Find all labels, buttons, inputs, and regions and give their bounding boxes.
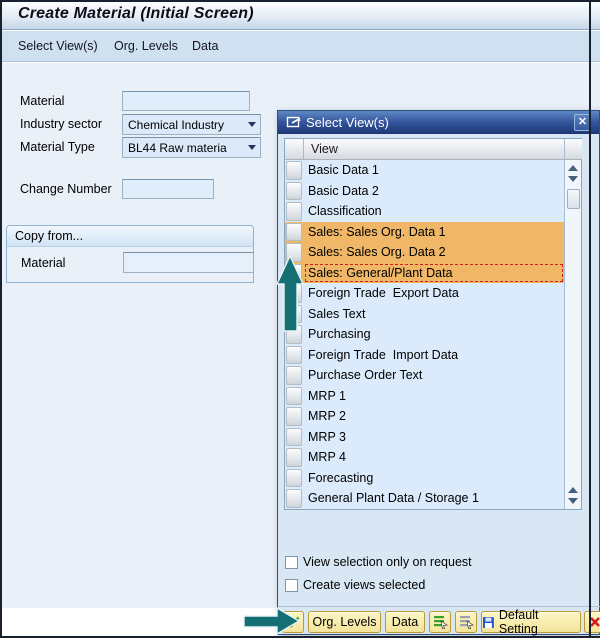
row-selector[interactable]	[286, 428, 302, 447]
list-item[interactable]: Classification	[285, 201, 564, 222]
scrollbar-corner	[565, 139, 582, 160]
page-title: Create Material (Initial Screen)	[18, 5, 254, 23]
view-selection-only-checkbox[interactable]	[285, 556, 298, 569]
window-titlebar: Create Material (Initial Screen)	[0, 0, 600, 30]
list-item[interactable]: Foreign Trade Export Data	[285, 283, 564, 304]
industry-sector-value: Chemical Industry	[128, 118, 244, 132]
list-item[interactable]: Basic Data 1	[285, 160, 564, 181]
application-toolbar: Select View(s) Org. Levels Data	[0, 31, 600, 62]
scrollbar-thumb[interactable]	[567, 189, 580, 209]
list-item[interactable]: Purchasing	[285, 324, 564, 345]
create-views-option-row: Create views selected	[285, 578, 425, 592]
org-levels-button[interactable]: Org. Levels	[308, 611, 381, 633]
vertical-scrollbar[interactable]	[564, 139, 581, 509]
row-selector[interactable]	[286, 305, 302, 324]
view-column-header: View	[304, 139, 564, 160]
row-selector[interactable]	[286, 182, 302, 201]
checkbox-label: Create views selected	[303, 578, 425, 592]
window-border-left	[0, 0, 2, 638]
select-views-dialog: Select View(s) ✕ View Basic Data 1 Basic…	[277, 110, 600, 635]
select-all-icon	[433, 615, 448, 629]
list-item-selected[interactable]: Sales: Sales Org. Data 2	[285, 242, 564, 263]
dialog-title: Select View(s)	[306, 115, 389, 130]
copy-from-group: Copy from... Material	[6, 225, 254, 283]
list-item[interactable]: General Plant Data / Storage 1	[285, 488, 564, 509]
save-icon	[482, 616, 495, 629]
view-list-header: View	[285, 139, 564, 160]
window-border-right	[589, 0, 591, 638]
dialog-window-icon	[286, 115, 302, 134]
list-item[interactable]: Sales Text	[285, 304, 564, 325]
row-selector[interactable]	[286, 407, 302, 426]
row-selector[interactable]	[286, 366, 302, 385]
list-item[interactable]: Foreign Trade Import Data	[285, 345, 564, 366]
change-number-label: Change Number	[20, 182, 112, 196]
dialog-titlebar[interactable]: Select View(s) ✕	[278, 111, 599, 134]
material-type-value: BL44 Raw materia	[128, 141, 244, 155]
row-selector[interactable]	[286, 387, 302, 406]
change-number-input[interactable]	[122, 179, 214, 199]
select-all-header-cell[interactable]	[285, 139, 304, 160]
list-item[interactable]: MRP 3	[285, 427, 564, 448]
list-item[interactable]: MRP 2	[285, 406, 564, 427]
row-selector[interactable]	[286, 284, 302, 303]
row-selector[interactable]	[286, 325, 302, 344]
scroll-up-icon[interactable]	[568, 165, 578, 171]
toolbar-item-org-levels[interactable]: Org. Levels	[114, 39, 178, 53]
list-item-selected[interactable]: Sales: Sales Org. Data 1	[285, 222, 564, 243]
deselect-all-icon	[459, 615, 474, 629]
window-border-top	[0, 0, 600, 2]
list-item[interactable]: Basic Data 2	[285, 181, 564, 202]
create-views-selected-checkbox[interactable]	[285, 579, 298, 592]
row-selector[interactable]	[286, 489, 302, 508]
data-button[interactable]: Data	[385, 611, 425, 633]
list-item[interactable]: Forecasting	[285, 468, 564, 489]
material-type-select[interactable]: BL44 Raw materia	[122, 137, 261, 158]
scroll-down-icon[interactable]	[568, 498, 578, 504]
list-item[interactable]: MRP 1	[285, 386, 564, 407]
scroll-up-icon[interactable]	[568, 487, 578, 493]
chevron-down-icon	[244, 145, 260, 150]
chevron-down-icon	[244, 122, 260, 127]
row-selector[interactable]	[286, 346, 302, 365]
copy-from-title: Copy from...	[7, 226, 253, 247]
toolbar-item-data[interactable]: Data	[192, 39, 218, 53]
row-selector[interactable]	[286, 202, 302, 221]
copy-from-material-label: Material	[21, 256, 65, 270]
checkbox-label: View selection only on request	[303, 555, 472, 569]
material-input[interactable]	[122, 91, 250, 111]
deselect-all-button[interactable]	[455, 611, 477, 633]
default-setting-button[interactable]: Default Setting	[481, 611, 581, 633]
row-selector[interactable]	[286, 161, 302, 180]
industry-sector-label: Industry sector	[20, 117, 102, 131]
copy-from-material-input[interactable]	[123, 252, 254, 273]
material-label: Material	[20, 94, 64, 108]
row-selector[interactable]	[286, 264, 302, 283]
list-item-selected-focused[interactable]: Sales: General/Plant Data	[285, 263, 564, 284]
confirm-button[interactable]	[282, 611, 304, 633]
material-type-label: Material Type	[20, 140, 95, 154]
industry-sector-select[interactable]: Chemical Industry	[122, 114, 261, 135]
sap-window: Create Material (Initial Screen) Select …	[0, 0, 600, 638]
list-item[interactable]: MRP 4	[285, 447, 564, 468]
view-selection-option-row: View selection only on request	[285, 555, 472, 569]
select-all-button[interactable]	[429, 611, 451, 633]
toolbar-item-select-views[interactable]: Select View(s)	[18, 39, 98, 53]
row-selector[interactable]	[286, 448, 302, 467]
row-selector[interactable]	[286, 243, 302, 262]
dialog-footer-divider	[278, 606, 600, 607]
confirm-check-icon	[286, 616, 300, 628]
list-item[interactable]: Purchase Order Text	[285, 365, 564, 386]
row-selector[interactable]	[286, 469, 302, 488]
cancel-button[interactable]	[584, 611, 600, 633]
view-list: View Basic Data 1 Basic Data 2 Classific…	[284, 138, 582, 510]
scroll-down-icon[interactable]	[568, 176, 578, 182]
row-selector[interactable]	[286, 223, 302, 242]
